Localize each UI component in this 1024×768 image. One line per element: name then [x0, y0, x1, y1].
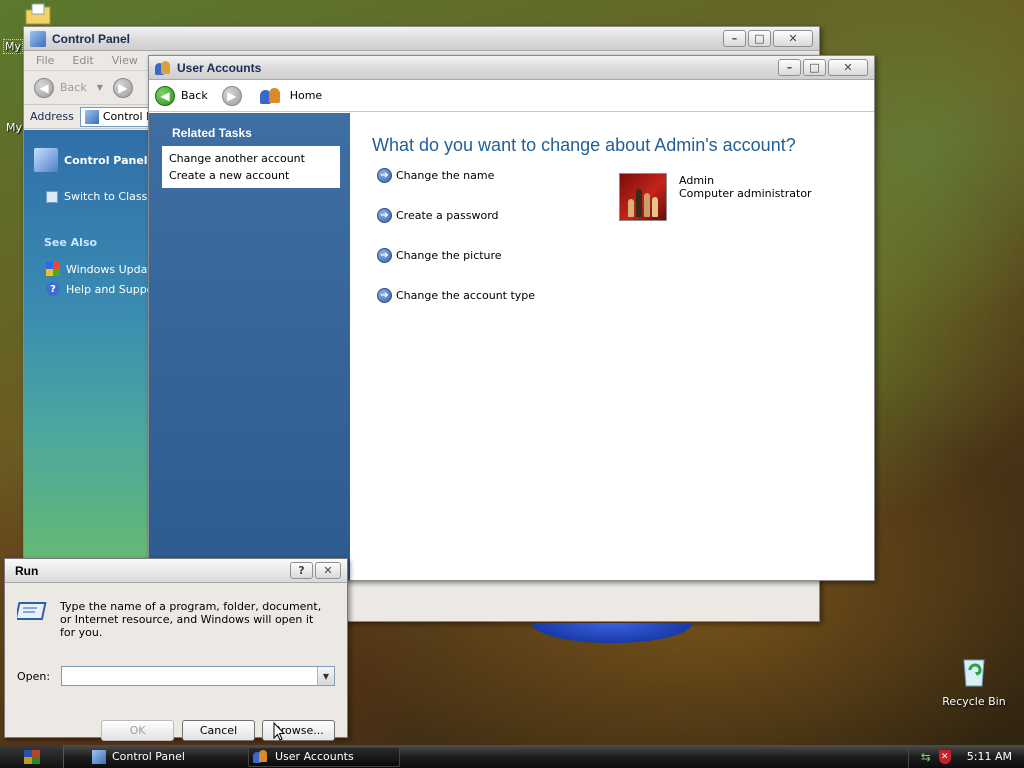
open-combobox[interactable]: ▼: [61, 666, 335, 686]
account-info: Admin Computer administrator: [679, 174, 812, 200]
my-computer-label: My: [6, 121, 23, 134]
user-accounts-window: User Accounts – □ ✕ ◀ Back ▶ Home Relate…: [148, 55, 875, 581]
control-panel-small-icon: [92, 749, 106, 764]
control-panel-small-icon: [84, 109, 99, 124]
recycle-bin-icon[interactable]: [958, 656, 990, 688]
maximize-button[interactable]: □: [803, 59, 826, 76]
close-button[interactable]: ✕: [773, 30, 813, 47]
open-label: Open:: [17, 670, 51, 683]
help-button[interactable]: ?: [290, 562, 313, 579]
help-icon: ?: [46, 282, 60, 296]
help-support-link[interactable]: ? Help and Suppor: [46, 282, 158, 296]
my-documents-icon[interactable]: [24, 2, 52, 26]
related-tasks-heading: Related Tasks: [172, 126, 252, 140]
control-panel-title: Control Panel: [52, 31, 131, 46]
arrow-right-icon: ➔: [377, 288, 392, 303]
cancel-button[interactable]: Cancel: [182, 720, 255, 741]
chevron-down-icon[interactable]: ▼: [317, 667, 334, 685]
account-name: Admin: [679, 174, 715, 187]
close-button[interactable]: ✕: [828, 59, 868, 76]
change-name-link[interactable]: ➔ Change the name: [377, 168, 494, 183]
clock[interactable]: 5:11 AM: [967, 750, 1012, 763]
control-panel-large-icon: [34, 148, 58, 172]
change-picture-link[interactable]: ➔ Change the picture: [377, 248, 502, 263]
windows-update-link[interactable]: Windows Updat: [46, 262, 152, 276]
close-button[interactable]: ✕: [315, 562, 341, 579]
back-button-label[interactable]: Back: [60, 81, 87, 94]
network-icon[interactable]: ⇆: [921, 750, 931, 764]
user-accounts-small-icon: [253, 749, 269, 764]
menu-view[interactable]: View: [112, 54, 138, 67]
arrow-right-icon: ➔: [377, 208, 392, 223]
menu-edit[interactable]: Edit: [72, 54, 93, 67]
create-new-account-link[interactable]: Create a new account: [169, 167, 333, 184]
security-shield-icon[interactable]: ✕: [938, 749, 951, 764]
decorative-shape: [532, 623, 692, 643]
mouse-cursor-icon: [273, 721, 286, 744]
control-panel-icon: [30, 30, 46, 47]
user-accounts-title: User Accounts: [177, 60, 262, 75]
user-accounts-titlebar[interactable]: User Accounts – □ ✕: [149, 56, 874, 80]
home-button-label[interactable]: Home: [290, 89, 322, 102]
run-program-icon: [14, 600, 49, 622]
page-heading: What do you want to change about Admin's…: [372, 135, 796, 155]
switch-view-icon: [46, 190, 58, 203]
start-button[interactable]: [0, 745, 64, 768]
run-description: Type the name of a program, folder, docu…: [60, 600, 322, 639]
account-picture-chess: [619, 173, 667, 221]
run-body: Type the name of a program, folder, docu…: [5, 583, 347, 741]
back-arrow-icon[interactable]: ◀: [34, 77, 54, 98]
my-documents-label: My: [3, 39, 24, 54]
arrow-right-icon: ➔: [377, 168, 392, 183]
change-another-account-link[interactable]: Change another account: [169, 150, 333, 167]
control-panel-side-title[interactable]: Control Panel: [34, 148, 148, 172]
back-button-label[interactable]: Back: [181, 89, 208, 102]
user-accounts-main: What do you want to change about Admin's…: [350, 113, 874, 580]
forward-arrow-icon[interactable]: ▶: [221, 85, 242, 106]
minimize-button[interactable]: –: [778, 59, 801, 76]
windows-logo-icon: [23, 749, 40, 764]
system-tray: ⇆ ✕ 5:11 AM: [907, 745, 1024, 768]
run-titlebar[interactable]: Run ? ✕: [5, 559, 347, 583]
recycle-bin-label: Recycle Bin: [942, 695, 1006, 708]
see-also-heading: See Also: [44, 236, 98, 249]
forward-arrow-icon[interactable]: ▶: [112, 77, 133, 98]
control-panel-titlebar[interactable]: Control Panel – □ ✕: [24, 27, 819, 51]
taskbar: Control Panel User Accounts ⇆ ✕ 5:11 AM: [0, 745, 1024, 768]
run-title: Run: [15, 563, 39, 578]
ok-button[interactable]: OK: [101, 720, 174, 741]
arrow-right-icon: ➔: [377, 248, 392, 263]
run-dialog: Run ? ✕ Type the name of a program, fold…: [4, 558, 348, 741]
related-tasks-box: Change another account Create a new acco…: [162, 146, 340, 188]
related-tasks-pane: Related Tasks Change another account Cre…: [149, 113, 350, 580]
back-dropdown-icon[interactable]: ▼: [97, 83, 103, 92]
user-accounts-icon: [155, 60, 171, 76]
taskbar-item-control-panel[interactable]: Control Panel: [88, 747, 240, 767]
taskbar-item-user-accounts[interactable]: User Accounts: [248, 746, 400, 767]
user-accounts-toolbar: ◀ Back ▶ Home: [149, 80, 874, 112]
home-icon[interactable]: [259, 87, 282, 105]
minimize-button[interactable]: –: [723, 30, 746, 47]
address-label: Address: [30, 110, 74, 123]
back-arrow-icon[interactable]: ◀: [155, 85, 175, 106]
switch-view-link[interactable]: Switch to Classi: [46, 190, 150, 203]
create-password-link[interactable]: ➔ Create a password: [377, 208, 499, 223]
change-account-type-link[interactable]: ➔ Change the account type: [377, 288, 535, 303]
account-type: Computer administrator: [679, 187, 812, 200]
windows-update-icon: [46, 262, 60, 276]
control-panel-sidebar: Control Panel Switch to Classi See Also …: [24, 130, 158, 621]
menu-file[interactable]: File: [36, 54, 54, 67]
maximize-button[interactable]: □: [748, 30, 771, 47]
